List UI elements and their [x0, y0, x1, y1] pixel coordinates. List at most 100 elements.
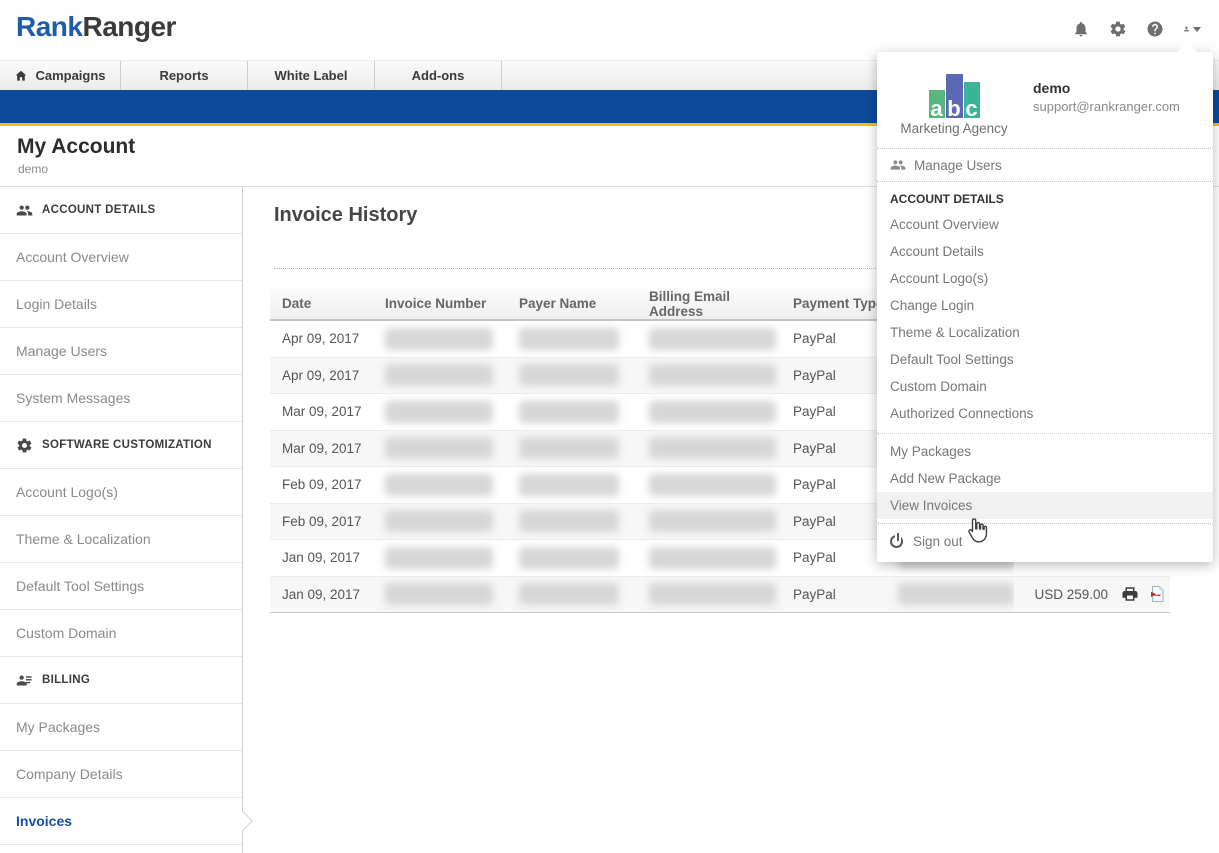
sidebar-section-label: ACCOUNT DETAILS [42, 204, 156, 216]
sidebar-item-account-overview[interactable]: Account Overview [0, 234, 242, 281]
redacted-value [519, 547, 619, 569]
menu-item-sign-out[interactable]: Sign out [877, 524, 1213, 558]
user-menu-icon[interactable] [1183, 20, 1201, 38]
tab-label: Add-ons [412, 68, 465, 83]
logo-part-rank: Rank [16, 11, 82, 42]
sidebar-item-label: Account Logo(s) [16, 484, 118, 500]
rankranger-app: RankRanger Campaigns Reports [0, 0, 1219, 853]
page-title: My Account [17, 135, 135, 159]
cell-payment-type: PayPal [781, 358, 886, 394]
sidebar-item-my-packages[interactable]: My Packages [0, 704, 242, 751]
tab-white-label[interactable]: White Label [248, 61, 375, 90]
table-row: Jan 09, 2017 PayPal USD 259.00 [270, 577, 1170, 614]
bell-icon[interactable] [1072, 20, 1090, 38]
cell-date: Jan 09, 2017 [270, 540, 373, 576]
tab-add-ons[interactable]: Add-ons [375, 61, 502, 90]
col-header-billing-email[interactable]: Billing Email Address [637, 288, 781, 319]
cell-payer-name [507, 358, 637, 394]
account-sidebar: ACCOUNT DETAILS Account Overview Login D… [0, 187, 243, 853]
redacted-value [649, 510, 776, 532]
cell-invoice-number [373, 504, 507, 540]
cell-transaction [886, 577, 1014, 613]
menu-item-account-overview[interactable]: Account Overview [877, 211, 1213, 238]
account-identity: demo support@rankranger.com [1033, 72, 1180, 136]
redacted-value [519, 510, 619, 532]
gear-icon[interactable] [1109, 20, 1127, 38]
menu-item-authorized-connections[interactable]: Authorized Connections [877, 400, 1213, 427]
sidebar-item-custom-domain[interactable]: Custom Domain [0, 610, 242, 657]
cell-payer-name [507, 504, 637, 540]
sidebar-item-manage-users[interactable]: Manage Users [0, 328, 242, 375]
account-email: support@rankranger.com [1033, 99, 1180, 114]
redacted-value [649, 474, 776, 496]
dropdown-section-title: ACCOUNT DETAILS [877, 182, 1213, 211]
sidebar-item-default-tool-settings[interactable]: Default Tool Settings [0, 563, 242, 610]
cell-date: Feb 09, 2017 [270, 467, 373, 503]
agency-logo: a b c Marketing Agency [899, 72, 1009, 136]
page-subtitle: demo [18, 162, 48, 176]
redacted-value [385, 401, 493, 423]
menu-item-manage-users[interactable]: Manage Users [877, 149, 1213, 181]
redacted-value [385, 437, 493, 459]
sidebar-item-invoices[interactable]: Invoices [0, 798, 242, 845]
printer-icon[interactable] [1120, 585, 1139, 604]
sidebar-item-login-details[interactable]: Login Details [0, 281, 242, 328]
abc-barchart-logo: a b c [899, 72, 1009, 118]
tab-campaigns[interactable]: Campaigns [0, 61, 121, 90]
logo-bar-a: a [929, 90, 945, 118]
col-header-payment-type[interactable]: Payment Type [781, 288, 886, 319]
sidebar-item-label: Default Tool Settings [16, 578, 144, 594]
menu-item-account-logos[interactable]: Account Logo(s) [877, 265, 1213, 292]
redacted-value [649, 328, 776, 350]
section-title: Invoice History [274, 204, 417, 227]
cell-billing-email [637, 540, 781, 576]
sidebar-item-company-details[interactable]: Company Details [0, 751, 242, 798]
menu-item-theme-localization[interactable]: Theme & Localization [877, 319, 1213, 346]
menu-item-default-tool-settings[interactable]: Default Tool Settings [877, 346, 1213, 373]
redacted-value [385, 547, 493, 569]
users-icon [890, 157, 906, 173]
menu-item-label: Manage Users [914, 158, 1002, 173]
sidebar-section-software-customization: SOFTWARE CUSTOMIZATION [0, 422, 242, 469]
cell-date: Apr 09, 2017 [270, 321, 373, 357]
col-header-date[interactable]: Date [270, 288, 373, 319]
redacted-value [385, 328, 493, 350]
tab-reports[interactable]: Reports [121, 61, 248, 90]
help-icon[interactable] [1146, 20, 1164, 38]
dropdown-account-block: a b c Marketing Agency demo support@rank… [877, 52, 1213, 148]
sidebar-item-label: Company Details [16, 766, 123, 782]
rankranger-logo[interactable]: RankRanger [16, 11, 176, 43]
cell-billing-email [637, 467, 781, 503]
cell-payer-name [507, 540, 637, 576]
redacted-value [519, 437, 619, 459]
cell-invoice-number [373, 321, 507, 357]
sidebar-item-label: System Messages [16, 390, 130, 406]
sidebar-item-system-messages[interactable]: System Messages [0, 375, 242, 422]
cell-billing-email [637, 394, 781, 430]
users-icon [16, 202, 33, 219]
redacted-value [649, 364, 776, 386]
cell-invoice-number [373, 540, 507, 576]
redacted-value [649, 437, 776, 459]
menu-item-my-packages[interactable]: My Packages [877, 438, 1213, 465]
logo-bar-c: c [964, 82, 980, 118]
logo-part-ranger: Ranger [82, 11, 175, 42]
redacted-value [519, 401, 619, 423]
cell-billing-email [637, 504, 781, 540]
redacted-value [385, 583, 493, 605]
pdf-icon[interactable] [1147, 585, 1166, 604]
col-header-invoice-number[interactable]: Invoice Number [373, 288, 507, 319]
menu-item-change-login[interactable]: Change Login [877, 292, 1213, 319]
menu-item-account-details[interactable]: Account Details [877, 238, 1213, 265]
cell-amount: USD 259.00 [1014, 577, 1114, 613]
sidebar-item-account-logos[interactable]: Account Logo(s) [0, 469, 242, 516]
sidebar-item-theme-localization[interactable]: Theme & Localization [0, 516, 242, 563]
redacted-value [385, 510, 493, 532]
menu-item-add-new-package[interactable]: Add New Package [877, 465, 1213, 492]
col-header-payer-name[interactable]: Payer Name [507, 288, 637, 319]
cell-billing-email [637, 321, 781, 357]
chevron-down-icon [1193, 27, 1201, 32]
menu-item-view-invoices[interactable]: View Invoices [877, 492, 1213, 519]
sidebar-section-account-details: ACCOUNT DETAILS [0, 187, 242, 234]
menu-item-custom-domain[interactable]: Custom Domain [877, 373, 1213, 400]
